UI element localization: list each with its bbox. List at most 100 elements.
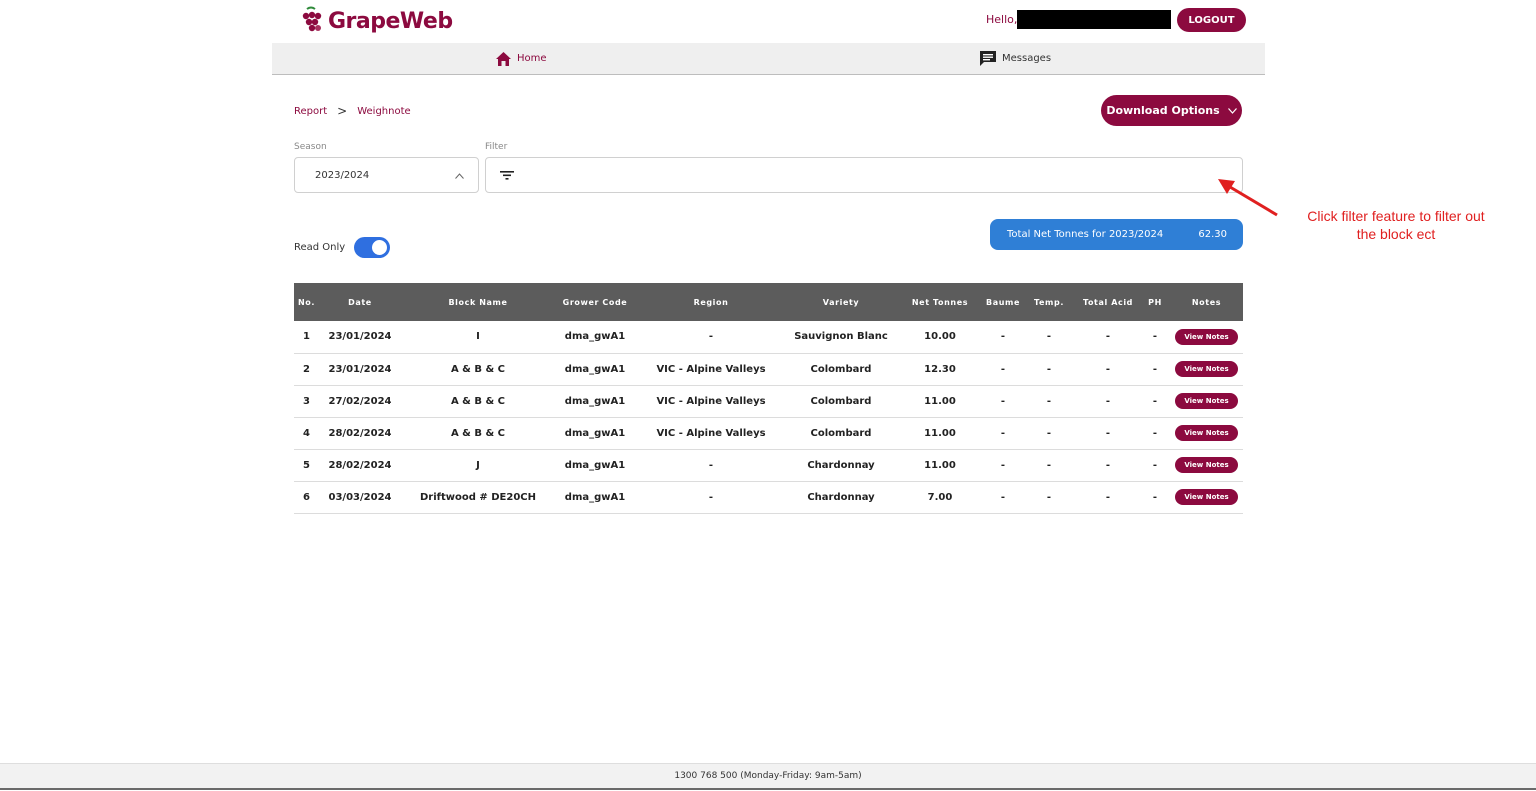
cell-ph: - — [1152, 427, 1158, 439]
cell-no: 1 — [303, 331, 310, 343]
cell-date: 28/02/2024 — [328, 459, 392, 471]
breadcrumb-report[interactable]: Report — [294, 106, 327, 117]
nav-home-label: Home — [517, 53, 547, 64]
table-row: 6 03/03/2024 Driftwood # DE20CH dma_gwA1 - Ch… — [294, 481, 1243, 513]
cell-baume: - — [1000, 427, 1006, 439]
cell-ph: - — [1152, 363, 1158, 375]
cell-variety: Chardonnay — [807, 491, 875, 503]
cell-notes: View Notes — [1170, 385, 1243, 417]
cell-grower-code: dma_gwA1 — [564, 331, 626, 343]
column-header: No. — [298, 297, 316, 307]
read-only-control: Read Only — [294, 237, 391, 258]
cell-date: 03/03/2024 — [328, 491, 392, 503]
total-value: 62.30 — [1198, 229, 1227, 240]
footer-contact: 1300 768 500 (Monday-Friday: 9am-5am) — [674, 771, 862, 781]
message-icon — [980, 51, 996, 66]
weighnote-table: No. Date Block Name Grower Code Region Variet… — [294, 283, 1243, 514]
cell-grower-code: dma_gwA1 — [564, 395, 626, 407]
nav-messages[interactable]: Messages — [980, 43, 1051, 74]
cell-region: VIC - Alpine Valleys — [656, 363, 766, 375]
greeting-text: Hello, — [986, 13, 1018, 26]
filter-input[interactable] — [485, 157, 1243, 193]
cell-variety: Colombard — [810, 427, 872, 439]
cell-region: VIC - Alpine Valleys — [656, 395, 766, 407]
total-label: Total Net Tonnes for 2023/2024 — [1007, 229, 1164, 240]
cell-region: - — [708, 491, 714, 503]
cell-notes: View Notes — [1170, 449, 1243, 481]
table-row: 5 28/02/2024 Jdma_gwA1 - Chardonnay 11.00 - - - -… — [294, 449, 1243, 481]
cell-ph: - — [1152, 331, 1158, 343]
nav-home[interactable]: Home — [496, 43, 547, 74]
filter-label: Filter — [485, 142, 508, 152]
cell-grower-code: dma_gwA1 — [564, 459, 626, 471]
cell-block-name: A & B & C — [450, 427, 506, 439]
read-only-toggle[interactable] — [354, 237, 391, 258]
column-header: Notes — [1191, 297, 1222, 307]
column-header: Grower Code — [562, 297, 628, 307]
brand-name: GrapeWeb — [328, 8, 453, 34]
cell-total-acid: - — [1105, 459, 1111, 471]
view-notes-button[interactable]: View Notes — [1175, 489, 1238, 505]
cell-net-tonnes: 10.00 — [924, 331, 956, 343]
cell-date: 27/02/2024 — [328, 395, 392, 407]
cell-total-acid: - — [1105, 427, 1111, 439]
column-header: Baume — [986, 297, 1020, 307]
table-header-row: No. Date Block Name Grower Code Region Variet… — [294, 283, 1243, 321]
view-notes-button[interactable]: View Notes — [1175, 425, 1238, 441]
cell-variety: Chardonnay — [807, 459, 875, 471]
cell-baume: - — [1000, 459, 1006, 471]
footer: 1300 768 500 (Monday-Friday: 9am-5am) — [0, 763, 1536, 790]
cell-no: 4 — [303, 427, 310, 439]
column-header: Variety — [822, 297, 860, 307]
chevron-down-icon — [1227, 107, 1237, 114]
top-bar: GrapeWeb Hello, LOGOUT — [272, 0, 1265, 43]
cell-variety: Colombard — [810, 363, 872, 375]
column-header: Net Tonnes — [911, 297, 969, 307]
cell-block-name: A & B & C — [450, 395, 506, 407]
annotation-line-1: Click filter feature to filter out — [1307, 208, 1485, 224]
cell-ph: - — [1152, 459, 1158, 471]
column-header: Date — [348, 297, 372, 307]
cell-grower-code: dma_gwA1 — [564, 363, 626, 375]
cell-block-name: I — [476, 331, 480, 343]
view-notes-button[interactable]: View Notes — [1175, 393, 1238, 409]
view-notes-button[interactable]: View Notes — [1175, 457, 1238, 473]
cell-no: 2 — [303, 363, 310, 375]
cell-baume: - — [1000, 395, 1006, 407]
cell-no: 3 — [303, 395, 310, 407]
logout-button[interactable]: LOGOUT — [1177, 8, 1246, 32]
column-header: Block Name — [448, 297, 508, 307]
breadcrumb-weighnote: Weighnote — [357, 105, 411, 117]
toggle-knob — [372, 240, 388, 255]
cell-total-acid: - — [1105, 395, 1111, 407]
arrow-annotation-icon — [1218, 179, 1278, 217]
cell-baume: - — [1000, 363, 1006, 375]
cell-no: 5 — [303, 459, 310, 471]
column-header: Temp. — [1034, 297, 1064, 307]
table-row: 1 23/01/2024 Idma_gwA1 - Sauvignon Blanc 10.0… — [294, 321, 1243, 353]
cell-ph: - — [1152, 491, 1158, 503]
cell-region: - — [708, 331, 714, 343]
download-options-button[interactable]: Download Options — [1101, 95, 1242, 126]
cell-temp: - — [1046, 491, 1052, 503]
cell-total-acid: - — [1105, 331, 1111, 343]
table-row: 3 27/02/2024 A & B & C dma_gwA1 VIC - Alpine… — [294, 385, 1243, 417]
grapeweb-logo[interactable]: GrapeWeb — [298, 6, 453, 36]
season-select[interactable]: 2023/2024 — [294, 157, 479, 193]
cell-total-acid: - — [1105, 363, 1111, 375]
cell-notes: View Notes — [1170, 481, 1243, 513]
cell-notes: View Notes — [1170, 353, 1243, 385]
column-header: Total Acid — [1082, 297, 1134, 307]
cell-variety: Sauvignon Blanc — [794, 331, 888, 343]
cell-block-name: Driftwood # DE20CH — [419, 491, 537, 503]
nav-bar: Home Messages — [272, 43, 1265, 75]
cell-net-tonnes: 11.00 — [924, 395, 956, 407]
view-notes-button[interactable]: View Notes — [1175, 361, 1238, 377]
cell-temp: - — [1046, 427, 1052, 439]
filter-icon[interactable] — [500, 169, 514, 181]
view-notes-button[interactable]: View Notes — [1175, 328, 1238, 345]
download-options-label: Download Options — [1106, 104, 1220, 117]
cell-block-name: A & B & C — [450, 363, 506, 375]
breadcrumb: Report > Weighnote — [294, 104, 411, 118]
cell-ph: - — [1152, 395, 1158, 407]
